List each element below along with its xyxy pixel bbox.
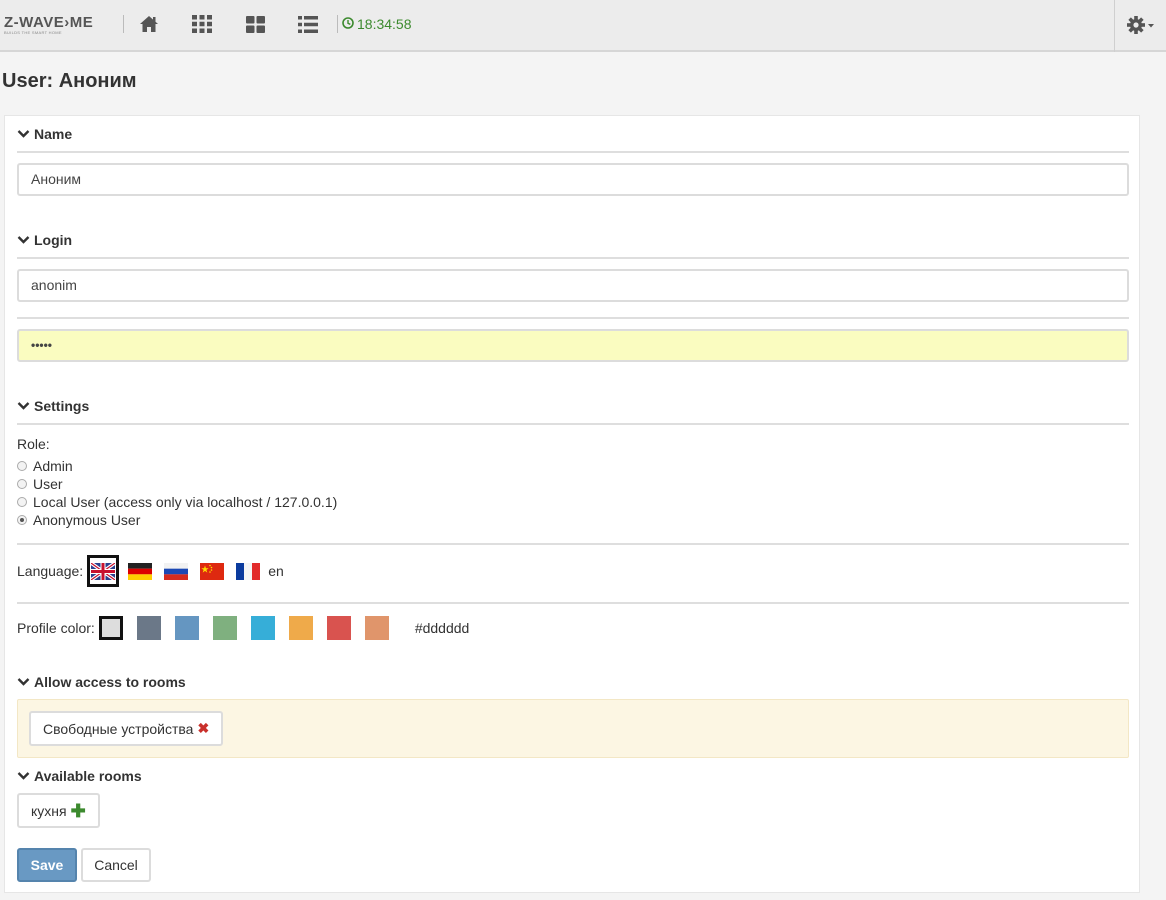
settings-section-title: Settings xyxy=(34,398,90,414)
available-rooms-section-title: Available rooms xyxy=(34,768,142,784)
divider xyxy=(17,543,1129,545)
available-room-chip[interactable]: кухня ✚ xyxy=(17,793,100,828)
room-name: кухня xyxy=(31,802,67,819)
list-icon[interactable] xyxy=(297,13,319,35)
divider xyxy=(17,317,1129,319)
top-navbar: Z-WAVE›ME BUILDS THE SMART HOME 18:34:58 xyxy=(0,0,1166,52)
dashboard-icon[interactable] xyxy=(244,13,266,35)
language-label: Language: xyxy=(17,563,84,579)
gear-icon xyxy=(1126,15,1156,38)
role-label: Role: xyxy=(17,436,50,452)
role-option-label: User xyxy=(33,476,63,492)
de-flag-icon[interactable] xyxy=(128,562,153,580)
clock-icon xyxy=(342,16,354,32)
divider xyxy=(17,151,1129,153)
chevron-down-icon xyxy=(17,126,30,142)
navbar-divider xyxy=(337,15,338,33)
divider xyxy=(17,423,1129,425)
elements-grid-icon[interactable] xyxy=(191,13,213,35)
settings-section-header[interactable]: Settings xyxy=(17,398,89,414)
rooms-access-section-title: Allow access to rooms xyxy=(34,674,186,690)
password-input[interactable]: ••••• xyxy=(17,329,1129,362)
divider xyxy=(17,602,1129,604)
name-section-title: Name xyxy=(34,126,73,142)
chevron-down-icon xyxy=(17,768,30,784)
color-swatch[interactable] xyxy=(250,616,275,640)
cancel-button[interactable]: Cancel xyxy=(81,848,151,882)
navbar-divider xyxy=(123,15,124,33)
ru-flag-icon[interactable] xyxy=(164,562,189,580)
login-section-header[interactable]: Login xyxy=(17,232,72,248)
login-section-title: Login xyxy=(34,232,73,248)
selected-color-value: #dddddd xyxy=(414,620,470,636)
color-swatch[interactable] xyxy=(136,616,161,640)
room-name: Свободные устройства xyxy=(43,720,194,737)
language-option-gb[interactable] xyxy=(87,555,120,587)
role-option-anonymous-user[interactable]: Anonymous User xyxy=(17,512,140,528)
color-swatch[interactable] xyxy=(212,616,237,640)
role-option-user[interactable]: User xyxy=(17,476,63,492)
role-option-label: Admin xyxy=(33,458,73,474)
save-button[interactable]: Save xyxy=(17,848,77,882)
profile-color-selector: Profile color: #dddddd xyxy=(17,613,469,643)
fr-flag-icon[interactable] xyxy=(236,562,261,580)
add-icon[interactable]: ✚ xyxy=(71,802,86,820)
radio-button[interactable] xyxy=(17,479,27,489)
allowed-rooms-container: Свободные устройства ✖ xyxy=(17,699,1129,758)
logo-text: Z-WAVE›ME xyxy=(4,14,94,31)
selected-language-code: en xyxy=(268,563,284,579)
chevron-down-icon xyxy=(17,674,30,690)
uk-flag-icon xyxy=(91,562,116,580)
role-option-admin[interactable]: Admin xyxy=(17,458,73,474)
radio-button[interactable] xyxy=(17,461,27,471)
settings-menu-button[interactable] xyxy=(1114,0,1166,52)
color-swatch[interactable] xyxy=(364,616,389,640)
allowed-room-chip[interactable]: Свободные устройства ✖ xyxy=(29,711,224,746)
page-title: User: Аноним xyxy=(2,70,137,92)
logo[interactable]: Z-WAVE›ME BUILDS THE SMART HOME xyxy=(4,15,93,35)
color-swatch-selected[interactable] xyxy=(98,616,123,640)
profile-color-label: Profile color: xyxy=(17,620,95,636)
clock: 18:34:58 xyxy=(342,16,412,32)
language-selector: Language: en xyxy=(17,555,284,587)
clock-time: 18:34:58 xyxy=(357,16,412,32)
name-section-header[interactable]: Name xyxy=(17,126,72,142)
role-option-label: Anonymous User xyxy=(33,512,141,528)
name-input[interactable]: Аноним xyxy=(17,163,1129,196)
home-icon[interactable] xyxy=(138,13,160,35)
cn-flag-icon[interactable] xyxy=(200,562,225,580)
user-form-panel: Name Аноним Login anonim ••••• Settings … xyxy=(4,115,1140,893)
rooms-access-section-header[interactable]: Allow access to rooms xyxy=(17,674,186,690)
chevron-down-icon xyxy=(17,232,30,248)
radio-button[interactable] xyxy=(17,497,27,507)
role-option-local-user[interactable]: Local User (access only via localhost / … xyxy=(17,494,337,510)
role-option-label: Local User (access only via localhost / … xyxy=(33,494,338,510)
divider xyxy=(17,257,1129,259)
remove-icon[interactable]: ✖ xyxy=(197,720,209,737)
chevron-down-icon xyxy=(17,398,30,414)
color-swatch[interactable] xyxy=(174,616,199,640)
radio-button-selected[interactable] xyxy=(17,515,27,525)
available-rooms-section-header[interactable]: Available rooms xyxy=(17,768,142,784)
color-swatch[interactable] xyxy=(326,616,351,640)
color-swatch[interactable] xyxy=(288,616,313,640)
login-input[interactable]: anonim xyxy=(17,269,1129,302)
